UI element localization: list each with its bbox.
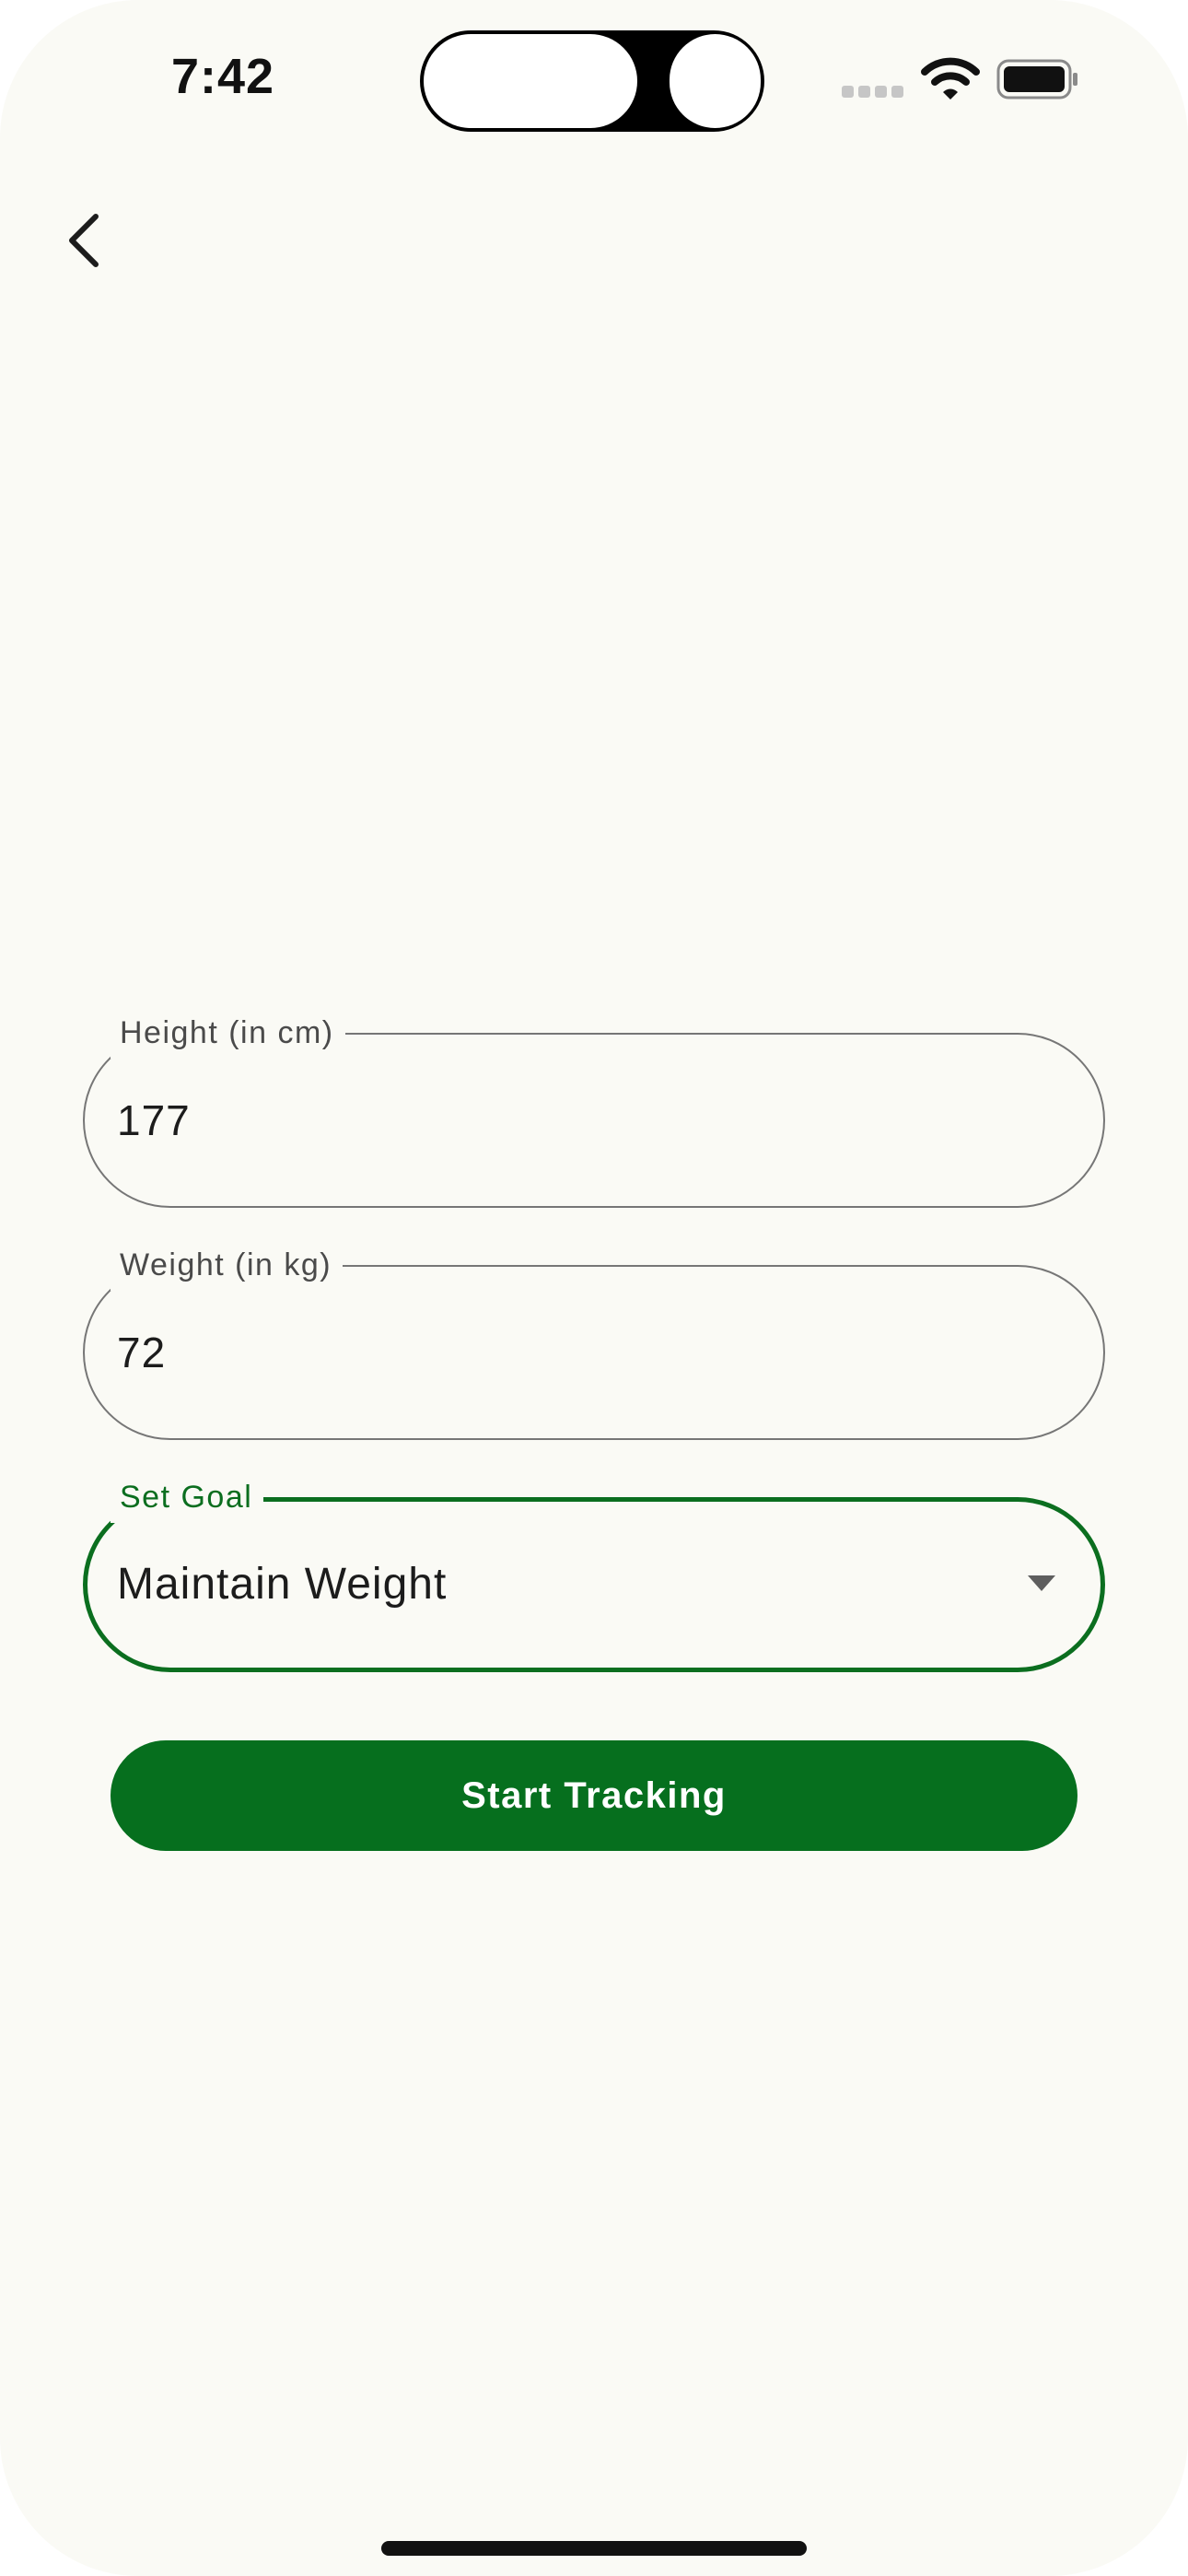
status-time: 7:42 (171, 49, 275, 104)
cellular-signal-icon (842, 86, 904, 99)
weight-field-outline (83, 1265, 1105, 1440)
height-input[interactable]: 177 (117, 1033, 191, 1208)
back-button[interactable] (46, 199, 120, 282)
dynamic-island-pill (424, 34, 637, 128)
chevron-left-icon (69, 214, 99, 267)
battery-full-icon (996, 59, 1079, 100)
height-field-outline (83, 1033, 1105, 1208)
start-tracking-button[interactable]: Start Tracking (111, 1740, 1077, 1851)
dynamic-island (420, 30, 764, 132)
weight-field[interactable]: Weight (in kg) 72 (83, 1239, 1105, 1440)
goal-selected-value[interactable]: Maintain Weight (117, 1497, 447, 1672)
height-field[interactable]: Height (in cm) 177 (83, 1007, 1105, 1208)
goal-dropdown[interactable]: Set Goal Maintain Weight (83, 1471, 1105, 1672)
dynamic-island-dot (670, 34, 761, 128)
screen: 7:42 Height (in cm) 177 Weight (in kg) 7… (0, 0, 1188, 2576)
wifi-icon (921, 57, 980, 101)
dropdown-arrow-icon[interactable] (1028, 1575, 1055, 1591)
weight-input[interactable]: 72 (117, 1265, 166, 1440)
home-indicator[interactable] (381, 2541, 807, 2556)
